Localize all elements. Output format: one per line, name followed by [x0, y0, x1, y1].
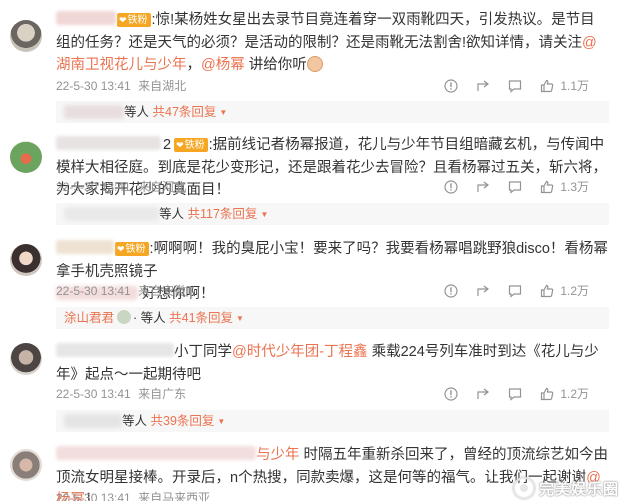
report-icon — [444, 387, 458, 401]
fan-badge: ❤铁粉 — [174, 138, 208, 152]
like-button[interactable]: 1.2万 — [540, 385, 589, 403]
watermark: 完美娱乐圈 — [512, 477, 619, 499]
location: 来自马来西亚 — [138, 491, 211, 501]
reply-username[interactable]: 涂山君君 — [64, 311, 114, 325]
timestamp: 22-5-30 13:41 — [56, 180, 131, 194]
share-icon — [477, 388, 490, 399]
report-button[interactable] — [444, 284, 458, 298]
share-button[interactable] — [476, 79, 490, 93]
username[interactable] — [56, 11, 116, 25]
comment-meta: 22-5-30 13:41 来自广东 1.2万 — [56, 385, 609, 403]
avatar[interactable] — [10, 449, 42, 481]
reply-summary[interactable]: 等人 共39条回复 ▼ — [56, 410, 609, 432]
thumbs-up-icon — [541, 79, 554, 93]
like-button[interactable]: 1.3万 — [540, 178, 589, 196]
thumbs-up-icon — [541, 387, 554, 401]
fan-badge: ❤铁粉 — [117, 13, 151, 27]
reply-count-link[interactable]: 共39条回复 — [151, 414, 215, 428]
topic-link[interactable]: 与少年 — [256, 447, 300, 463]
timestamp: 22-5-30 13:41 — [56, 79, 131, 93]
avatar[interactable] — [10, 244, 42, 276]
comment-meta: 22-5-30 13:41 来自河北 1.3万 — [56, 178, 609, 196]
reply-summary[interactable]: 等人 共47条回复 ▼ — [56, 101, 609, 123]
thumbs-up-icon — [541, 284, 554, 298]
like-count: 1.2万 — [560, 284, 589, 298]
timestamp: 22-5-30 13:41 — [56, 387, 131, 401]
laugh-emoji-icon — [306, 56, 323, 72]
report-button[interactable] — [444, 79, 458, 93]
mention-link[interactable]: @时代少年团-丁程鑫 — [232, 344, 368, 360]
comment-button[interactable] — [508, 284, 522, 298]
comment-meta: 22-5-30 13:41 来自湖北 1.1万 — [56, 77, 609, 95]
comment-icon — [509, 181, 522, 194]
share-button[interactable] — [476, 284, 490, 298]
reply-summary[interactable]: 涂山君君 · 等人 共41条回复 ▼ — [56, 307, 609, 329]
comment-icon — [509, 285, 522, 298]
comment-meta: 22-5-30 13:41 来自安徽 1.2万 — [56, 282, 609, 300]
like-button[interactable]: 1.2万 — [540, 282, 589, 300]
like-count: 1.1万 — [560, 79, 589, 93]
mention-link[interactable]: @杨幂 — [201, 57, 245, 73]
like-count: 1.2万 — [560, 387, 589, 401]
comment-text: 小丁同学@时代少年团-丁程鑫 乘载224号列车准时到达《花儿与少年》起点～一起期… — [56, 343, 599, 383]
report-button[interactable] — [444, 180, 458, 194]
location: 来自湖北 — [138, 79, 187, 93]
like-button[interactable]: 1.1万 — [540, 77, 589, 95]
reply-count-link[interactable]: 共47条回复 — [153, 105, 217, 119]
fan-badge: ❤铁粉 — [115, 242, 149, 256]
like-count: 1.3万 — [560, 180, 589, 194]
thumbs-up-icon — [541, 180, 554, 194]
comment-button[interactable] — [508, 180, 522, 194]
comment-icon — [509, 388, 522, 401]
report-icon — [444, 284, 458, 298]
avatar[interactable] — [10, 141, 42, 173]
report-icon — [444, 79, 458, 93]
reply-summary[interactable]: 等人 共117条回复 ▼ — [56, 203, 609, 225]
username[interactable] — [56, 446, 256, 460]
comment-icon — [509, 80, 522, 93]
share-icon — [477, 181, 490, 192]
location: 来自河北 — [138, 180, 187, 194]
reply-count-link[interactable]: 共41条回复 — [169, 311, 233, 325]
avatar[interactable] — [10, 20, 42, 52]
reply-count-link[interactable]: 共117条回复 — [188, 207, 258, 221]
timestamp: 22-5-30 13:41 — [56, 284, 131, 298]
username[interactable] — [56, 240, 114, 254]
share-button[interactable] — [476, 180, 490, 194]
comment-text: ❤铁粉:惊!某杨姓女星出去录节目竟连着穿一双雨靴四天，引发热议。是节目组的任务？… — [56, 11, 597, 73]
location: 来自安徽 — [138, 284, 187, 298]
comment-button[interactable] — [508, 387, 522, 401]
share-button[interactable] — [476, 387, 490, 401]
comment-button[interactable] — [508, 79, 522, 93]
reply-avatar — [117, 310, 132, 324]
watermark-logo-icon — [512, 477, 535, 499]
timestamp: 22-5-30 13:41 — [56, 491, 131, 501]
share-icon — [477, 80, 490, 91]
share-icon — [477, 285, 490, 296]
location: 来自广东 — [138, 387, 187, 401]
report-icon — [444, 180, 458, 194]
avatar[interactable] — [10, 343, 42, 375]
username[interactable] — [56, 343, 174, 357]
username[interactable] — [56, 136, 161, 150]
report-button[interactable] — [444, 387, 458, 401]
